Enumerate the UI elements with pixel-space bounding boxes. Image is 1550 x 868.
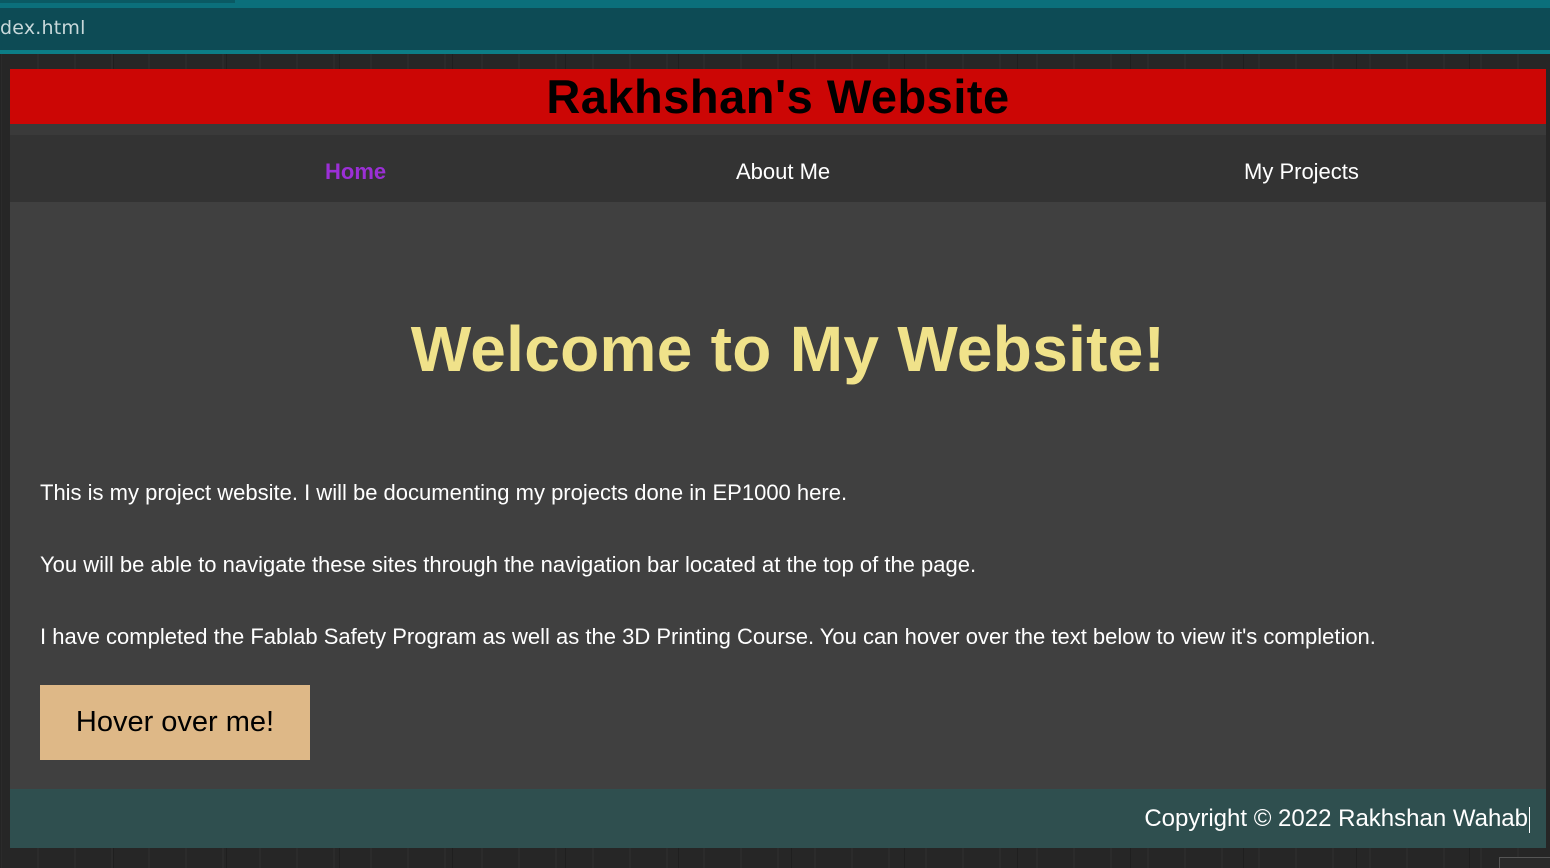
copyright-label: Copyright © 2022 Rakhshan Wahab bbox=[1144, 805, 1528, 832]
header-divider bbox=[10, 124, 1546, 135]
nav-link-my-projects[interactable]: My Projects bbox=[1244, 135, 1359, 202]
address-bar-text[interactable]: dex.html bbox=[0, 17, 86, 39]
navigation-paragraph: You will be able to navigate these sites… bbox=[40, 552, 977, 577]
site-footer: Copyright © 2022 Rakhshan Wahab bbox=[10, 789, 1546, 848]
completion-paragraph: I have completed the Fablab Safety Progr… bbox=[40, 624, 1376, 649]
hover-over-me-button[interactable]: Hover over me! bbox=[40, 685, 310, 760]
nav-link-home[interactable]: Home bbox=[325, 135, 386, 202]
intro-paragraph: This is my project website. I will be do… bbox=[40, 480, 848, 505]
site-title: Rakhshan's Website bbox=[546, 70, 1010, 123]
nav-link-about-me[interactable]: About Me bbox=[736, 135, 830, 202]
copyright-text: Copyright © 2022 Rakhshan Wahab bbox=[1144, 789, 1530, 848]
window-resize-corner[interactable] bbox=[1499, 857, 1550, 868]
address-bar[interactable]: dex.html bbox=[0, 8, 1550, 50]
browser-tab-strip bbox=[0, 0, 1550, 8]
navigation-bar: Home About Me My Projects bbox=[10, 135, 1546, 202]
text-cursor bbox=[1529, 806, 1530, 833]
main-content: Welcome to My Website! This is my projec… bbox=[10, 202, 1546, 789]
site-header: Rakhshan's Website bbox=[10, 69, 1546, 124]
website-page: Rakhshan's Website Home About Me My Proj… bbox=[10, 69, 1546, 848]
welcome-heading: Welcome to My Website! bbox=[410, 313, 1166, 385]
active-tab-indicator bbox=[0, 0, 235, 3]
